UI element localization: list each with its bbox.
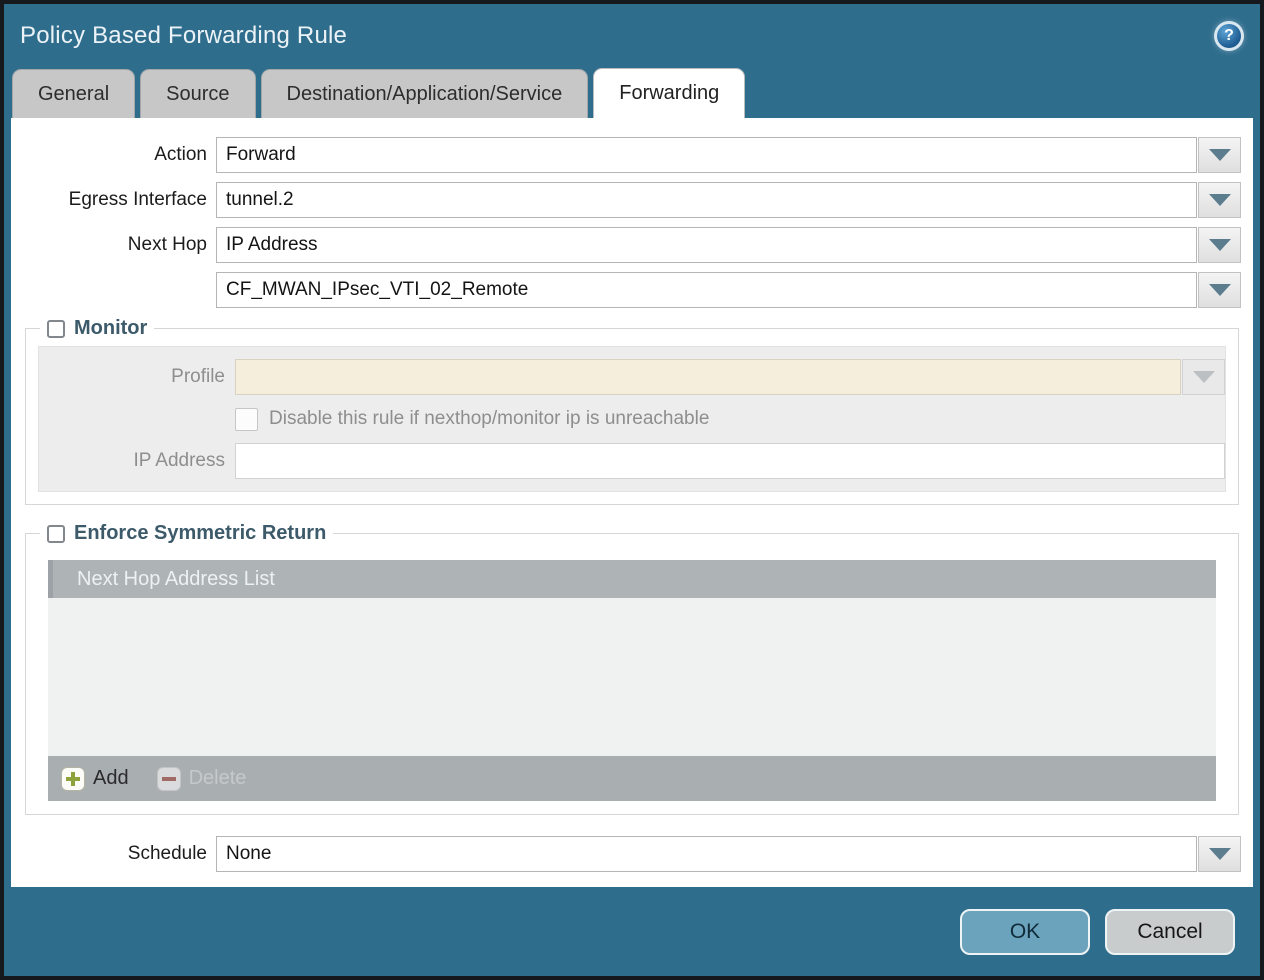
egress-interface-row: Egress Interface tunnel.2 [11, 182, 1241, 218]
next-hop-type-value[interactable]: IP Address [216, 227, 1197, 263]
tab-destination-label: Destination/Application/Service [287, 83, 563, 106]
egress-interface-label: Egress Interface [11, 189, 216, 211]
enforce-symmetric-return-legend: Enforce Symmetric Return [40, 522, 333, 545]
schedule-dropdown-button[interactable] [1198, 836, 1241, 872]
chevron-down-icon [1209, 848, 1231, 860]
enforce-symmetric-return-checkbox[interactable] [47, 525, 65, 543]
enforce-symmetric-return-label: Enforce Symmetric Return [74, 522, 326, 545]
profile-row: Profile [39, 360, 1225, 394]
egress-interface-dropdown[interactable]: tunnel.2 [216, 182, 1241, 218]
schedule-value[interactable]: None [216, 836, 1197, 872]
profile-value [235, 359, 1181, 395]
next-hop-address-row: CF_MWAN_IPsec_VTI_02_Remote [11, 272, 1241, 308]
dialog-footer: OK Cancel [4, 887, 1260, 976]
forwarding-tab-panel: Action Forward Egress Interface tunnel.2… [11, 118, 1253, 887]
dialog-titlebar: Policy Based Forwarding Rule ? [4, 4, 1260, 68]
monitor-legend: Monitor [40, 317, 154, 340]
disable-rule-label: Disable this rule if nexthop/monitor ip … [269, 408, 709, 430]
next-hop-address-list-header-label: Next Hop Address List [77, 568, 275, 591]
delete-button: Delete [157, 767, 247, 791]
egress-interface-value[interactable]: tunnel.2 [216, 182, 1197, 218]
monitor-legend-label: Monitor [74, 317, 147, 340]
tab-bar: General Source Destination/Application/S… [4, 68, 1260, 118]
ok-button[interactable]: OK [960, 909, 1090, 955]
disable-rule-checkbox [235, 408, 258, 431]
action-dropdown[interactable]: Forward [216, 137, 1241, 173]
next-hop-type-dropdown-button[interactable] [1198, 227, 1241, 263]
monitor-ip-address-row: IP Address [39, 444, 1225, 478]
schedule-label: Schedule [11, 843, 216, 865]
plus-icon [61, 767, 85, 791]
monitor-ip-address-label: IP Address [39, 450, 235, 472]
monitor-checkbox[interactable] [47, 320, 65, 338]
next-hop-type-dropdown[interactable]: IP Address [216, 227, 1241, 263]
tab-forwarding-label: Forwarding [619, 82, 719, 105]
next-hop-address-table-body [48, 598, 1216, 756]
next-hop-address-dropdown[interactable]: CF_MWAN_IPsec_VTI_02_Remote [216, 272, 1241, 308]
disable-rule-row: Disable this rule if nexthop/monitor ip … [235, 406, 1225, 432]
next-hop-row: Next Hop IP Address [11, 227, 1241, 263]
schedule-row: Schedule None [11, 836, 1241, 872]
egress-interface-dropdown-button[interactable] [1198, 182, 1241, 218]
help-question-glyph: ? [1217, 24, 1241, 48]
chevron-down-icon [1209, 149, 1231, 161]
add-button-label: Add [93, 767, 129, 790]
dialog-title: Policy Based Forwarding Rule [20, 22, 347, 50]
action-row: Action Forward [11, 137, 1241, 173]
chevron-down-icon [1209, 284, 1231, 296]
action-label: Action [11, 144, 216, 166]
minus-icon [157, 767, 181, 791]
delete-button-label: Delete [189, 767, 247, 790]
action-value[interactable]: Forward [216, 137, 1197, 173]
next-hop-address-table: Next Hop Address List Add Delete [48, 560, 1216, 801]
next-hop-address-value[interactable]: CF_MWAN_IPsec_VTI_02_Remote [216, 272, 1197, 308]
monitor-ip-address-input [235, 443, 1225, 479]
schedule-dropdown[interactable]: None [216, 836, 1241, 872]
monitor-panel: Profile Disable this rule if nexthop/mon… [38, 346, 1226, 492]
chevron-down-icon [1209, 194, 1231, 206]
profile-label: Profile [39, 366, 235, 388]
policy-based-forwarding-dialog: Policy Based Forwarding Rule ? General S… [0, 0, 1264, 980]
tab-general-label: General [38, 83, 109, 106]
tab-destination-application-service[interactable]: Destination/Application/Service [261, 69, 589, 118]
tab-source[interactable]: Source [140, 69, 255, 118]
help-icon[interactable]: ? [1214, 21, 1244, 51]
enforce-symmetric-return-group: Enforce Symmetric Return Next Hop Addres… [25, 522, 1239, 815]
chevron-down-icon [1193, 371, 1215, 383]
add-button[interactable]: Add [61, 767, 129, 791]
tab-forwarding[interactable]: Forwarding [593, 68, 745, 118]
tab-source-label: Source [166, 83, 229, 106]
next-hop-address-dropdown-button[interactable] [1198, 272, 1241, 308]
next-hop-address-table-header: Next Hop Address List [48, 560, 1216, 598]
next-hop-label: Next Hop [11, 234, 216, 256]
profile-dropdown [235, 359, 1225, 395]
monitor-group: Monitor Profile Disable this rule if nex… [25, 317, 1239, 505]
chevron-down-icon [1209, 239, 1231, 251]
cancel-button[interactable]: Cancel [1105, 909, 1235, 955]
tab-general[interactable]: General [12, 69, 135, 118]
next-hop-address-table-toolbar: Add Delete [48, 756, 1216, 801]
action-dropdown-button[interactable] [1198, 137, 1241, 173]
profile-dropdown-button [1182, 359, 1225, 395]
monitor-ip-address-input-wrap [235, 443, 1225, 479]
